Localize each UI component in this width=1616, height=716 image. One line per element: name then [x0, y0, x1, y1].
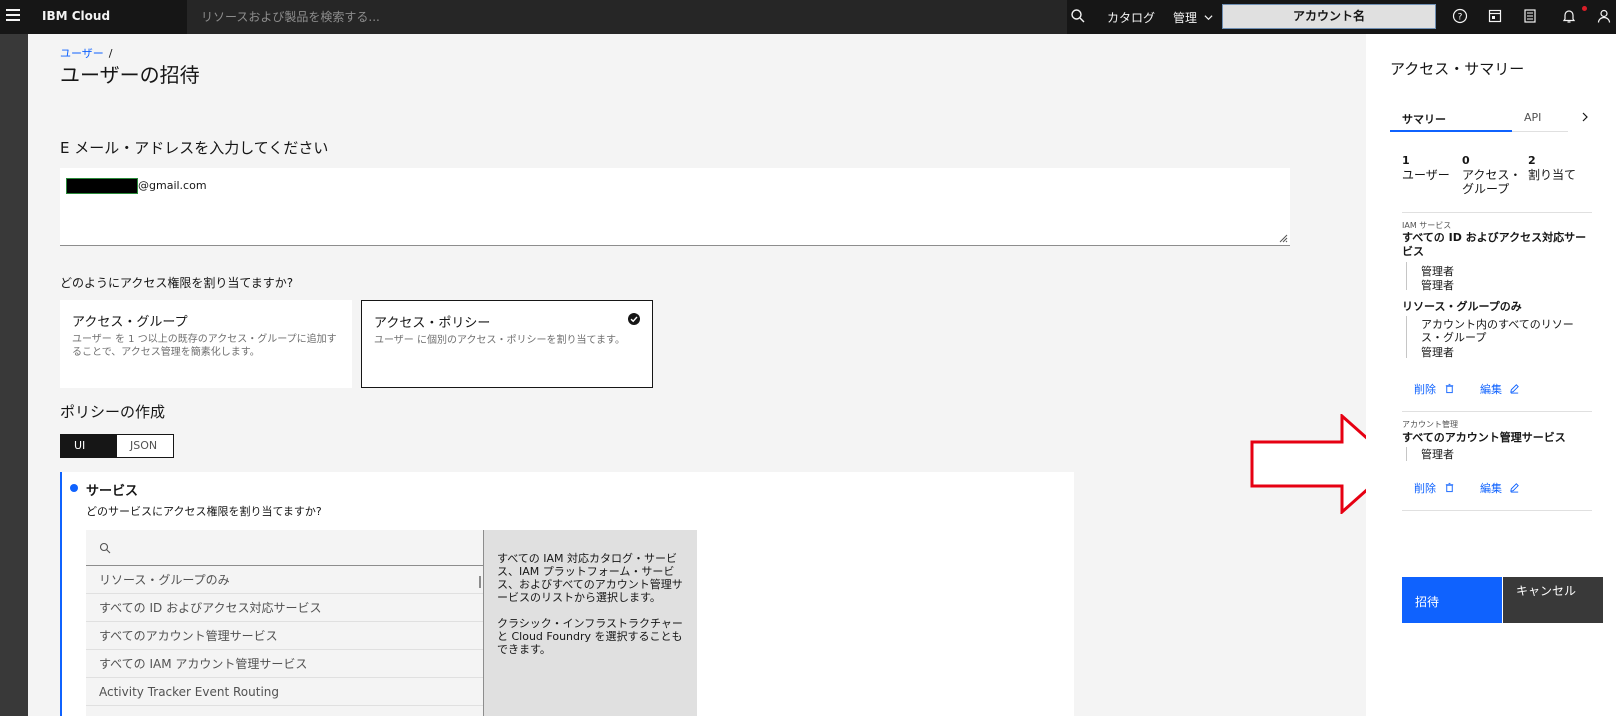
stat-users-label: ユーザー	[1402, 168, 1450, 182]
global-search-input[interactable]	[201, 0, 1021, 34]
service-step-title: サービス	[86, 484, 139, 499]
manage-menu[interactable]: 管理	[1173, 9, 1213, 26]
iam-role-2: 管理者	[1421, 279, 1454, 292]
scrollbar[interactable]	[479, 576, 481, 588]
email-domain-text: @gmail.com	[138, 179, 207, 192]
left-nav-rail	[0, 34, 28, 716]
json-mode-button[interactable]: JSON	[117, 435, 173, 457]
list-item[interactable]: リソース・グループのみ	[86, 566, 483, 594]
access-group-tile-desc: ユーザー を 1 つ以上の既存のアクセス・グループに追加することで、アクセス管理…	[72, 334, 337, 358]
tab-api[interactable]: API	[1512, 104, 1568, 132]
help-icon[interactable]: ?	[1452, 8, 1468, 24]
divider	[1402, 212, 1592, 213]
stat-assignments: 2 割り当て	[1528, 154, 1588, 182]
account-switcher-button[interactable]: アカウント名	[1222, 4, 1436, 29]
svg-text:?: ?	[1458, 13, 1463, 23]
top-header: IBM Cloud カタログ 管理 アカウント名 ?	[0, 0, 1616, 34]
stat-assignments-label: 割り当て	[1528, 168, 1577, 182]
brand-logo[interactable]: IBM Cloud	[42, 9, 110, 23]
access-summary-panel: アクセス・サマリー サマリー API 1 ユーザー 0 アクセス・グループ 2 …	[1366, 34, 1616, 716]
calculator-icon[interactable]	[1522, 8, 1538, 24]
stat-assignments-count: 2	[1528, 154, 1536, 167]
iam-services-label: IAM サービス	[1402, 221, 1452, 230]
email-heading: E メール・アドレスを入力してください	[60, 139, 329, 157]
service-description: すべての IAM 対応カタログ・サービス、IAM プラットフォーム・サービス、お…	[483, 530, 697, 716]
list-item[interactable]: すべてのアカウント管理サービス	[86, 622, 483, 650]
service-list: リソース・グループのみ すべての ID およびアクセス対応サービス すべてのアカ…	[86, 530, 483, 716]
divider	[1402, 411, 1592, 412]
service-description-text-2: クラシック・インフラストラクチャーと Cloud Foundry を選択すること…	[497, 617, 683, 656]
service-question: どのサービスにアクセス権限を割り当てますか?	[86, 505, 322, 518]
catalog-link[interactable]: カタログ	[1107, 9, 1155, 26]
ui-mode-button[interactable]: UI	[61, 435, 117, 457]
assign-question: どのようにアクセス権限を割り当てますか?	[60, 276, 294, 290]
page-title: ユーザーの招待	[60, 63, 200, 87]
ui-json-switcher: UI JSON	[60, 434, 174, 458]
cost-estimator-icon[interactable]	[1487, 8, 1503, 24]
edit-pencil-icon[interactable]	[1509, 383, 1520, 394]
notification-icon[interactable]	[1561, 8, 1577, 24]
service-step-panel: サービス どのサービスにアクセス権限を割り当てますか? リソース・グループのみ …	[60, 472, 1074, 716]
account-management-label: アカウント管理	[1402, 420, 1458, 429]
tab-summary[interactable]: サマリー	[1390, 104, 1512, 132]
chevron-down-icon	[1204, 15, 1213, 21]
summary-tabs: サマリー API	[1390, 104, 1570, 132]
list-item[interactable]: すべての IAM アカウント管理サービス	[86, 650, 483, 678]
delete-button[interactable]: 削除	[1414, 381, 1436, 397]
global-search	[187, 0, 1067, 34]
iam-services-title: すべての ID およびアクセス対応サービス	[1402, 231, 1587, 258]
checkmark-filled-icon	[628, 313, 640, 325]
tree-line	[1406, 262, 1407, 290]
invite-button[interactable]: 招待	[1402, 577, 1502, 623]
policy-heading: ポリシーの作成	[60, 403, 166, 421]
list-item[interactable]: すべての ID およびアクセス対応サービス	[86, 594, 483, 622]
resize-handle-icon[interactable]	[1278, 233, 1288, 243]
tree-line	[1406, 316, 1407, 358]
access-policy-tile[interactable]: アクセス・ポリシー ユーザー に個別のアクセス・ポリシーを割り当てます。	[361, 300, 653, 388]
divider	[1402, 510, 1592, 511]
search-icon	[99, 542, 111, 554]
cancel-button[interactable]: キャンセル	[1503, 577, 1603, 623]
resource-group-role: 管理者	[1421, 346, 1454, 359]
stat-access-groups-count: 0	[1462, 154, 1470, 167]
edit-pencil-icon[interactable]	[1509, 482, 1520, 493]
edit-button[interactable]: 編集	[1480, 381, 1502, 397]
service-description-text-1: すべての IAM 対応カタログ・サービス、IAM プラットフォーム・サービス、お…	[497, 552, 683, 604]
notification-badge	[1582, 6, 1587, 11]
search-icon[interactable]	[1070, 8, 1086, 24]
stat-users: 1 ユーザー	[1402, 154, 1457, 182]
user-avatar-icon[interactable]	[1596, 8, 1612, 24]
trash-icon[interactable]	[1444, 482, 1455, 493]
step-indicator-icon	[70, 484, 78, 492]
chevron-right-icon[interactable]	[1580, 112, 1590, 122]
access-policy-tile-desc: ユーザー に個別のアクセス・ポリシーを割り当てます。	[374, 335, 625, 346]
tree-line	[1406, 447, 1407, 461]
stat-users-count: 1	[1402, 154, 1410, 167]
edit-button[interactable]: 編集	[1480, 480, 1502, 496]
iam-role-1: 管理者	[1421, 265, 1454, 278]
redacted-email-name	[66, 178, 138, 194]
list-item[interactable]: Activity Tracker Event Routing	[86, 678, 483, 706]
stat-access-groups: 0 アクセス・グループ	[1462, 154, 1522, 196]
summary-title: アクセス・サマリー	[1390, 60, 1525, 78]
menu-icon[interactable]	[6, 9, 20, 23]
account-management-role: 管理者	[1421, 448, 1454, 461]
trash-icon[interactable]	[1444, 383, 1455, 394]
account-management-title: すべてのアカウント管理サービス	[1402, 431, 1566, 444]
stat-access-groups-label: アクセス・グループ	[1462, 168, 1522, 196]
delete-button[interactable]: 削除	[1414, 480, 1436, 496]
service-search-input[interactable]	[86, 530, 483, 566]
resource-group-scope: アカウント内のすべてのリソース・グループ	[1421, 318, 1574, 344]
resource-group-title: リソース・グループのみ	[1402, 300, 1522, 313]
access-policy-tile-title: アクセス・ポリシー	[374, 316, 491, 331]
manage-label: 管理	[1173, 11, 1198, 25]
access-group-tile[interactable]: アクセス・グループ ユーザー を 1 つ以上の既存のアクセス・グループに追加する…	[60, 300, 352, 388]
email-textarea[interactable]: @gmail.com	[60, 168, 1290, 246]
access-group-tile-title: アクセス・グループ	[72, 315, 188, 330]
